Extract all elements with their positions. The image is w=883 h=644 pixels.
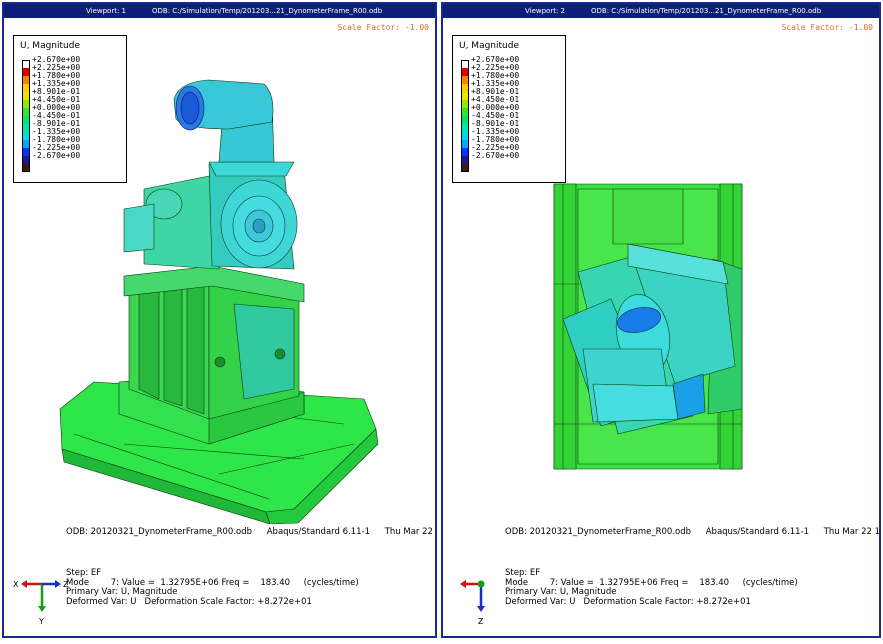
motor-body	[143, 173, 220, 270]
timestamp: Thu Mar 22 1	[823, 527, 881, 537]
viewport-2[interactable]: Viewport: 2 ODB: C:/Simulation/Temp/2012…	[441, 2, 881, 638]
step-info-block: Step: EF Mode 7: Value = 1.32795E+06 Freq…	[505, 568, 798, 607]
odb-filename: ODB: 20120321_DynometerFrame_R00.odb	[505, 527, 692, 537]
motor-end-block	[123, 203, 155, 253]
z-axis-label: Z	[478, 617, 484, 626]
y-axis-label: Y	[38, 617, 44, 626]
elbow-flange	[208, 161, 295, 177]
z-axis-label: Z	[63, 580, 69, 589]
deformed-var-line: Deformed Var: U Deformation Scale Factor…	[66, 596, 312, 607]
odb-filename: ODB: 20120321_DynometerFrame_R00.odb	[66, 527, 253, 537]
coordinate-triad: X Y Z	[13, 580, 69, 626]
x-axis-label: X	[13, 580, 19, 589]
solver-version: Abaqus/Standard 6.11-1	[266, 527, 371, 537]
solver-version: Abaqus/Standard 6.11-1	[705, 527, 810, 537]
timestamp: Thu Mar 22 1	[384, 527, 437, 537]
viewport-1[interactable]: Viewport: 1 ODB: C:/Simulation/Temp/2012…	[2, 2, 437, 638]
step-info-block: Step: EF Mode 7: Value = 1.32795E+06 Freq…	[66, 568, 359, 607]
odb-info-line: ODB: 20120321_DynometerFrame_R00.odb Aba…	[505, 527, 881, 537]
abaqus-window: Viewport: 1 ODB: C:/Simulation/Temp/2012…	[0, 0, 883, 644]
coordinate-triad: Z	[460, 580, 485, 626]
odb-info-line: ODB: 20120321_DynometerFrame_R00.odb Aba…	[66, 527, 437, 537]
fea-model-isometric[interactable]	[4, 4, 437, 524]
z-axis-dot	[477, 580, 485, 588]
fea-model-top-view[interactable]	[443, 4, 881, 524]
deformed-var-line: Deformed Var: U Deformation Scale Factor…	[505, 596, 751, 607]
